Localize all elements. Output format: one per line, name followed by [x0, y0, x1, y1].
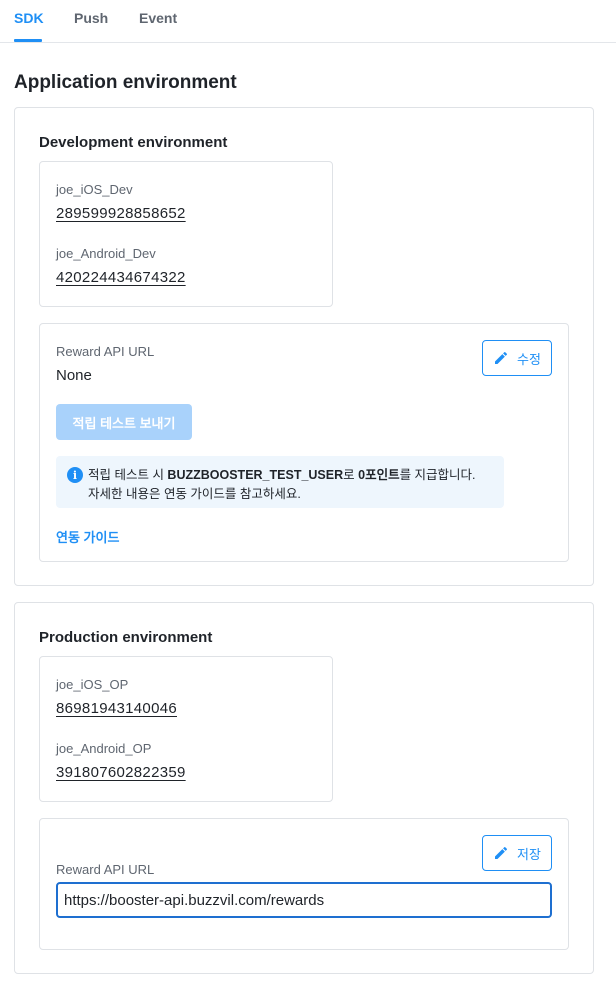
edit-button[interactable]: 수정 [482, 340, 552, 376]
ios-dev-key[interactable]: 289599928858652 [56, 205, 186, 222]
test-notice-line-2: 자세한 내용은 연동 가이드를 참고하세요. [88, 487, 301, 501]
save-button[interactable]: 저장 [482, 835, 552, 871]
ios-op-label: joe_iOS_OP [56, 677, 129, 692]
reward-api-url-value: None [56, 367, 92, 384]
test-notice: i 적립 테스트 시 BUZZBOOSTER_TEST_USER로 0포인트를 … [56, 456, 504, 508]
pencil-icon [495, 351, 508, 364]
production-keys-box: joe_iOS_OP 86981943140046 joe_Android_OP… [39, 656, 333, 802]
tab-sdk[interactable]: SDK [14, 10, 44, 26]
ios-op-key[interactable]: 86981943140046 [56, 700, 177, 717]
production-environment-card: Production environment joe_iOS_OP 869819… [14, 602, 594, 974]
info-icon: i [67, 467, 83, 483]
save-button-label: 저장 [517, 846, 541, 862]
development-reward-box: Reward API URL None 수정 적립 테스트 보내기 i 적립 테… [39, 323, 569, 562]
production-reward-box: 저장 Reward API URL [39, 818, 569, 950]
tab-bar: SDK Push Event [0, 0, 616, 43]
pencil-icon [495, 846, 508, 859]
test-points: 0포인트 [358, 468, 400, 482]
tab-event[interactable]: Event [139, 10, 177, 26]
development-environment-title: Development environment [39, 134, 228, 151]
reward-api-url-label: Reward API URL [56, 344, 155, 359]
reward-api-url-input[interactable] [56, 882, 552, 918]
page-title: Application environment [14, 72, 237, 93]
android-op-label: joe_Android_OP [56, 741, 152, 756]
edit-button-label: 수정 [517, 351, 541, 367]
android-dev-key[interactable]: 420224434674322 [56, 269, 186, 286]
tab-push[interactable]: Push [74, 10, 108, 26]
android-op-key[interactable]: 391807602822359 [56, 764, 186, 781]
development-keys-box: joe_iOS_Dev 289599928858652 joe_Android_… [39, 161, 333, 307]
production-environment-title: Production environment [39, 629, 213, 646]
test-user-name: BUZZBOOSTER_TEST_USER [167, 468, 344, 482]
development-environment-card: Development environment joe_iOS_Dev 2895… [14, 107, 594, 586]
integration-guide-link[interactable]: 연동 가이드 [56, 527, 119, 546]
active-tab-indicator [14, 39, 42, 42]
ios-dev-label: joe_iOS_Dev [56, 182, 133, 197]
android-dev-label: joe_Android_Dev [56, 246, 156, 261]
reward-api-url-label: Reward API URL [56, 862, 155, 877]
send-test-reward-button[interactable]: 적립 테스트 보내기 [56, 404, 192, 440]
test-notice-line-1: 적립 테스트 시 BUZZBOOSTER_TEST_USER로 0포인트를 지급… [88, 468, 476, 482]
